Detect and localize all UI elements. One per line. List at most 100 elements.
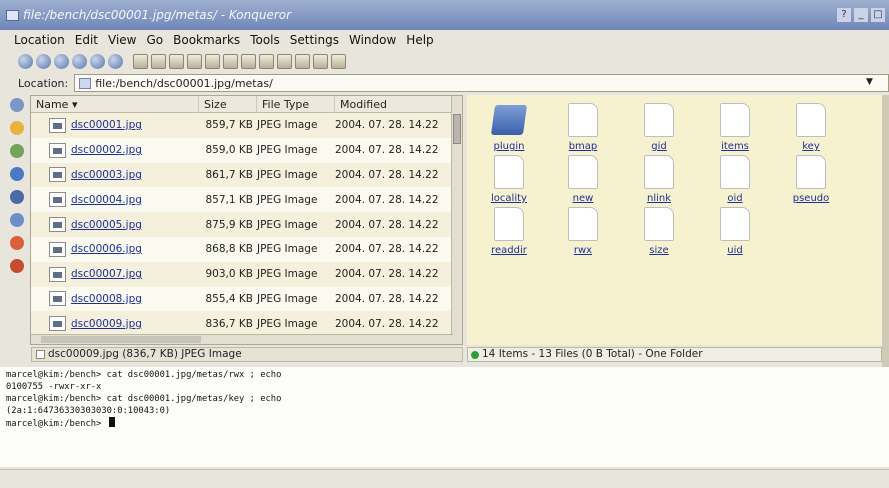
icon-item-locality[interactable]: locality (477, 155, 541, 204)
column-file-type[interactable]: File Type (257, 96, 335, 113)
detail-view-icon[interactable] (277, 53, 292, 69)
jpeg-file-icon (49, 117, 66, 133)
print-icon[interactable] (187, 53, 202, 69)
file-name[interactable]: dsc00005.jpg (71, 219, 142, 231)
minimize-button[interactable]: _ (854, 8, 868, 22)
file-type: JPEG Image (257, 168, 318, 181)
icon-item-size[interactable]: size (627, 207, 691, 256)
file-size: 859,7 KB (205, 119, 254, 132)
menu-go[interactable]: Go (147, 33, 164, 47)
home-icon[interactable] (108, 53, 123, 69)
bookmarks-icon[interactable] (10, 121, 24, 135)
paste-icon[interactable] (169, 53, 184, 69)
stop-icon[interactable] (90, 53, 105, 69)
table-row[interactable]: dsc00003.jpg 861,7 KB JPEG Image 2004. 07. … (31, 162, 462, 188)
sidebar-root-icon[interactable] (10, 98, 24, 112)
home-folder-icon[interactable] (10, 236, 24, 250)
file-size: 861,7 KB (205, 168, 254, 181)
icon-item-uid[interactable]: uid (703, 207, 767, 256)
zoom-in-icon[interactable] (205, 53, 220, 69)
copy-icon[interactable] (151, 53, 166, 69)
table-row[interactable]: dsc00001.jpg 859,7 KB JPEG Image 2004. 07. … (31, 113, 462, 138)
table-row[interactable]: dsc00009.jpg 836,7 KB JPEG Image 2004. 07. … (31, 311, 462, 337)
file-rows: dsc00001.jpg 859,7 KB JPEG Image 2004. 07. … (31, 113, 462, 337)
window-titlebar[interactable]: file:/bench/dsc00001.jpg/metas/ - Konque… (0, 0, 889, 30)
menu-view[interactable]: View (108, 33, 136, 47)
jpeg-file-icon (49, 167, 66, 183)
tree-view-icon[interactable] (259, 53, 274, 69)
image-view-icon[interactable] (313, 53, 328, 69)
file-name[interactable]: dsc00001.jpg (71, 119, 142, 131)
zoom-out-icon[interactable] (223, 53, 238, 69)
column-modified[interactable]: Modified (335, 96, 451, 113)
icon-item-plugin[interactable]: plugin (477, 103, 541, 152)
file-type: JPEG Image (257, 292, 318, 305)
list-view-icon[interactable] (295, 53, 310, 69)
sidebar-navigation (6, 95, 28, 345)
menu-edit[interactable]: Edit (75, 33, 98, 47)
file-size: 868,8 KB (205, 243, 254, 256)
table-row[interactable]: dsc00007.jpg 903,0 KB JPEG Image 2004. 07. … (31, 261, 462, 287)
network-icon[interactable] (10, 190, 24, 204)
help-button[interactable]: ? (837, 8, 851, 22)
icon-item-oid[interactable]: oid (703, 155, 767, 204)
menu-window[interactable]: Window (349, 33, 396, 47)
icon-item-key[interactable]: key (779, 103, 843, 152)
file-name[interactable]: dsc00007.jpg (71, 268, 142, 280)
icon-item-gid[interactable]: gid (627, 103, 691, 152)
file-name[interactable]: dsc00004.jpg (71, 194, 142, 206)
scrollbar-thumb[interactable] (453, 114, 461, 144)
icon-view[interactable]: plugin bmap gid items key locality new n… (467, 95, 889, 345)
link-view-checkbox[interactable] (36, 350, 45, 359)
file-size: 859,0 KB (205, 144, 254, 157)
icon-item-rwx[interactable]: rwx (551, 207, 615, 256)
file-name[interactable]: dsc00003.jpg (71, 169, 142, 181)
up-icon[interactable] (54, 53, 69, 69)
maximize-button[interactable]: □ (871, 8, 885, 22)
menu-help[interactable]: Help (406, 33, 433, 47)
column-name[interactable]: Name ▾ (31, 96, 199, 113)
media-icon[interactable] (10, 213, 24, 227)
forward-icon[interactable] (36, 53, 51, 69)
file-name[interactable]: dsc00009.jpg (71, 318, 142, 330)
bottom-bar (0, 469, 889, 488)
services-icon[interactable] (10, 144, 24, 158)
properties-icon[interactable] (331, 53, 346, 69)
file-name[interactable]: dsc00008.jpg (71, 293, 142, 305)
menu-bookmarks[interactable]: Bookmarks (173, 33, 240, 47)
cut-icon[interactable] (133, 53, 148, 69)
file-name[interactable]: dsc00002.jpg (71, 144, 142, 156)
icon-item-nlink[interactable]: nlink (627, 155, 691, 204)
status-bar-right: 14 Items - 13 Files (0 B Total) - One Fo… (467, 347, 882, 362)
menu-location[interactable]: Location (14, 33, 65, 47)
icon-item-pseudo[interactable]: pseudo (779, 155, 843, 204)
icon-item-items[interactable]: items (703, 103, 767, 152)
icon-item-bmap[interactable]: bmap (551, 103, 615, 152)
icon-view-icon[interactable] (241, 53, 256, 69)
menu-tools[interactable]: Tools (250, 33, 280, 47)
column-size[interactable]: Size (199, 96, 257, 113)
table-row[interactable]: dsc00006.jpg 868,8 KB JPEG Image 2004. 07. … (31, 237, 462, 262)
chevron-down-icon[interactable]: ▼ (866, 77, 873, 87)
table-row[interactable]: dsc00002.jpg 859,0 KB JPEG Image 2004. 07. … (31, 138, 462, 163)
konqueror-icon (6, 9, 19, 21)
table-row[interactable]: dsc00008.jpg 855,4 KB JPEG Image 2004. 07. … (31, 287, 462, 312)
icon-item-new[interactable]: new (551, 155, 615, 204)
file-name[interactable]: dsc00006.jpg (71, 243, 142, 255)
history-icon[interactable] (10, 167, 24, 181)
table-row[interactable]: dsc00004.jpg 857,1 KB JPEG Image 2004. 07. … (31, 187, 462, 212)
icon-item-readdir[interactable]: readdir (477, 207, 541, 256)
horizontal-scrollbar[interactable] (31, 334, 453, 344)
terminal-panel[interactable]: marcel@kim:/bench> cat dsc00001.jpg/meta… (0, 367, 889, 467)
reload-icon[interactable] (72, 53, 87, 69)
table-row[interactable]: dsc00005.jpg 875,9 KB JPEG Image 2004. 07. … (31, 212, 462, 237)
terminal-prompt-line[interactable]: marcel@kim:/bench> (6, 417, 889, 430)
file-size: 836,7 KB (205, 317, 254, 330)
settings-icon[interactable] (10, 259, 24, 273)
back-icon[interactable] (18, 53, 33, 69)
vertical-scrollbar[interactable] (451, 96, 462, 344)
menu-settings[interactable]: Settings (290, 33, 339, 47)
scrollbar-thumb[interactable] (41, 336, 201, 343)
file-list[interactable]: Name ▾ Size File Type Modified dsc00001.… (30, 95, 463, 345)
location-input[interactable]: file:/bench/dsc00001.jpg/metas/ (74, 74, 889, 92)
